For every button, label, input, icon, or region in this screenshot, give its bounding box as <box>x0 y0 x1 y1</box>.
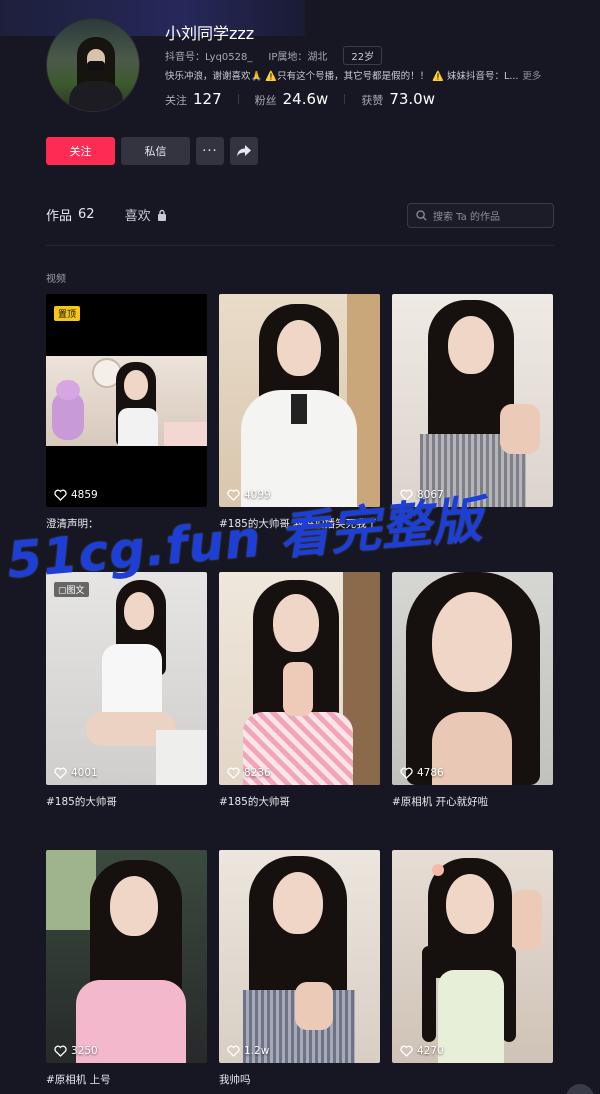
video-card[interactable]: 4270 <box>392 850 553 1063</box>
more-icon: ··· <box>202 143 218 159</box>
tab-works[interactable]: 作品 62 <box>46 205 95 224</box>
video-card[interactable]: 8067 <box>392 294 553 507</box>
tab-works-label: 作品 <box>46 209 73 224</box>
video-likes-count: 3250 <box>71 1045 98 1057</box>
video-likes: 4859 <box>54 489 98 501</box>
bio-more-link[interactable]: 更多 <box>522 71 541 82</box>
video-caption[interactable]: #原相机 上号 <box>46 1072 111 1087</box>
video-card[interactable]: 4099 <box>219 294 380 507</box>
avatar[interactable] <box>46 18 140 112</box>
scroll-top-button[interactable] <box>566 1084 594 1094</box>
profile-stats: 关注 127 粉丝 24.6w 获赞 73.0w <box>165 90 451 108</box>
more-button[interactable]: ··· <box>196 137 224 165</box>
followers-stat[interactable]: 粉丝 24.6w <box>255 90 329 108</box>
video-likes: 4786 <box>400 767 444 779</box>
video-likes: 3250 <box>54 1045 98 1057</box>
video-likes-count: 4859 <box>71 489 98 501</box>
stat-divider <box>344 94 346 104</box>
video-caption[interactable]: #185的大帅哥 <box>46 794 117 809</box>
tab-liked[interactable]: 喜欢 <box>125 205 167 224</box>
heart-icon <box>400 1045 413 1057</box>
share-button[interactable] <box>230 137 258 165</box>
heart-icon <box>227 1045 240 1057</box>
profile-bio: 快乐冲浪，谢谢喜欢🙏 ⚠️只有这个号播，其它号都是假的！！ ⚠️ 妹妹抖音号：L… <box>165 68 541 82</box>
stat-divider <box>237 94 239 104</box>
video-caption[interactable]: 我帅吗 <box>219 1072 251 1087</box>
heart-icon <box>400 767 413 779</box>
video-likes: 4270 <box>400 1045 444 1057</box>
profile-tabs: 作品 62 喜欢 <box>46 205 167 224</box>
likes-count: 73.0w <box>389 90 435 108</box>
video-caption[interactable]: #原相机 开心就好啦 <box>392 794 488 809</box>
video-likes-count: 4270 <box>417 1045 444 1057</box>
video-card[interactable]: 8236 <box>219 572 380 785</box>
heart-icon <box>54 489 67 501</box>
profile-meta: 抖音号：Lyq0528_ IP属地：湖北 22岁 <box>165 46 383 65</box>
likes-label: 获赞 <box>361 94 384 107</box>
share-icon <box>237 145 251 157</box>
likes-stat: 获赞 73.0w <box>361 90 435 108</box>
message-button[interactable]: 私信 <box>121 137 190 165</box>
heart-icon <box>227 489 240 501</box>
age-badge: 22岁 <box>343 46 383 65</box>
video-card[interactable]: 3250 <box>46 850 207 1063</box>
image-post-label: 图文 <box>66 586 85 596</box>
lock-icon <box>157 209 166 221</box>
heart-icon <box>54 767 67 779</box>
bio-text: 快乐冲浪，谢谢喜欢🙏 ⚠️只有这个号播，其它号都是假的！！ ⚠️ 妹妹抖音号：L… <box>165 71 519 82</box>
video-likes-count: 4786 <box>417 767 444 779</box>
following-count: 127 <box>193 90 222 108</box>
search-input[interactable]: 搜索 Ta 的作品 <box>407 203 554 228</box>
followers-count: 24.6w <box>282 90 329 108</box>
following-label: 关注 <box>165 94 187 107</box>
pinned-badge: 置顶 <box>54 306 81 321</box>
video-likes-count: 4001 <box>71 767 98 779</box>
section-label: 视频 <box>46 274 66 285</box>
video-card[interactable]: 4786 <box>392 572 553 785</box>
video-likes: 1.2w <box>227 1045 269 1057</box>
video-caption[interactable]: #185的大帅哥 <box>219 794 290 809</box>
video-likes: 4001 <box>54 767 98 779</box>
video-likes: 8236 <box>227 767 271 779</box>
ip-location: IP属地：湖北 <box>268 52 328 63</box>
search-placeholder: 搜索 Ta 的作品 <box>433 212 500 223</box>
video-card[interactable]: 置顶 4859 <box>46 294 207 507</box>
follow-button[interactable]: 关注 <box>46 137 115 165</box>
profile-name: 小刘同学zzz <box>165 24 255 43</box>
tab-liked-label: 喜欢 <box>124 209 151 224</box>
heart-icon <box>54 1045 67 1057</box>
tab-works-count: 62 <box>78 207 95 222</box>
header-glow <box>0 0 305 36</box>
douyin-id[interactable]: 抖音号：Lyq0528_ <box>165 48 252 63</box>
video-card[interactable]: ▢图文 4001 <box>46 572 207 785</box>
following-stat[interactable]: 关注 127 <box>165 90 222 108</box>
divider <box>46 245 554 246</box>
video-likes-count: 1.2w <box>244 1045 270 1057</box>
followers-label: 粉丝 <box>254 94 277 107</box>
video-likes-count: 8236 <box>244 767 271 779</box>
search-icon <box>416 210 427 221</box>
video-card[interactable]: 1.2w <box>219 850 380 1063</box>
heart-icon <box>227 767 240 779</box>
